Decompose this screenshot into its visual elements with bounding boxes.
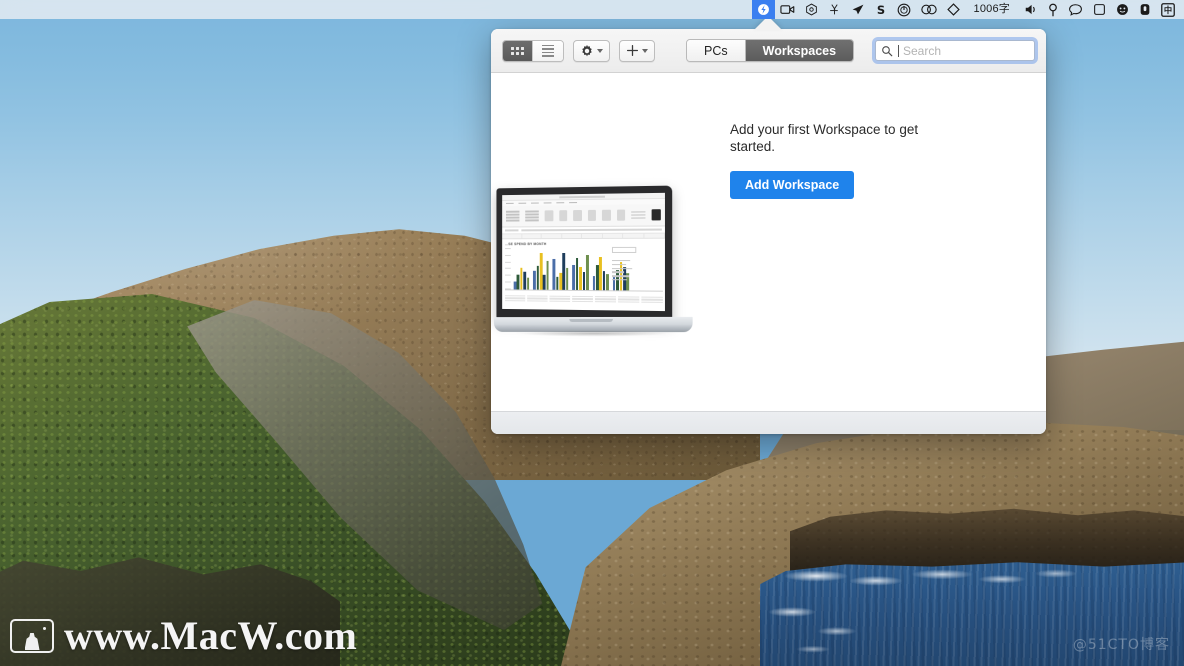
window-bottom-bar (491, 411, 1046, 434)
view-tabs: PCs Workspaces (686, 39, 855, 62)
microphone-icon[interactable] (1134, 0, 1156, 19)
bar-group (572, 255, 589, 291)
laptop-notch (569, 318, 613, 323)
input-source-label[interactable]: 中 (1156, 0, 1180, 19)
chart-legend (611, 260, 636, 283)
tab-pcs[interactable]: PCs (687, 40, 746, 61)
laptop-lid: ...SE SPEND BY MONTH (496, 185, 673, 323)
site-watermark: www.MacW.com (10, 616, 357, 656)
bar-chart-plot (505, 246, 663, 291)
sketch-s-icon[interactable]: S (870, 0, 892, 19)
search-input[interactable]: Search (875, 40, 1035, 61)
search-container: Search (875, 40, 1035, 61)
chart-title: ...SE SPEND BY MONTH (505, 242, 547, 247)
window-toolbar: PCs Workspaces Search (491, 29, 1046, 73)
svg-text:S: S (876, 3, 884, 17)
bar-group (533, 253, 549, 290)
search-placeholder: Search (903, 43, 942, 58)
screen-recording-icon[interactable] (775, 0, 800, 19)
pin-icon[interactable] (1043, 0, 1063, 19)
corner-watermark: @51CTO博客 (1072, 637, 1170, 653)
text-caret (898, 44, 899, 57)
diamond-icon[interactable] (942, 0, 965, 19)
desktop: S 1006字 中 PCs Workspaces Search ...SE SP… (0, 0, 1184, 666)
view-mode-group (502, 39, 564, 62)
bar-group (552, 253, 569, 290)
cleaner-hexagon-icon[interactable] (800, 0, 823, 19)
monitor-icon (10, 619, 54, 653)
bar-group (513, 267, 530, 290)
svg-text:中: 中 (1164, 5, 1172, 15)
smiley-face-icon[interactable] (1111, 0, 1134, 19)
watermark-text: www.MacW.com (64, 613, 358, 658)
laptop-spreadsheet-illustration: ...SE SPEND BY MONTH (491, 185, 694, 345)
power-circle-icon[interactable] (892, 0, 916, 19)
word-count-label[interactable]: 1006字 (965, 0, 1019, 19)
chevron-down-icon (642, 48, 648, 53)
volume-icon[interactable] (1019, 0, 1043, 19)
word-count-text: 1006字 (973, 3, 1010, 15)
popclip-icon[interactable] (823, 0, 846, 19)
add-workspace-button[interactable]: Add Workspace (730, 170, 855, 199)
spreadsheet-data-table (505, 294, 663, 304)
empty-state-message: Add your first Workspace to get started. (730, 122, 919, 155)
wallpaper-surf-secondary (762, 600, 912, 660)
search-icon (882, 45, 893, 56)
display-square-icon[interactable] (1088, 0, 1111, 19)
spreadsheet-ribbon (502, 204, 665, 228)
tab-workspaces[interactable]: Workspaces (745, 40, 854, 61)
laptop-screen: ...SE SPEND BY MONTH (502, 192, 665, 312)
list-view-button[interactable] (533, 40, 563, 61)
paper-plane-icon[interactable] (846, 0, 870, 19)
settings-menu-button[interactable] (573, 39, 610, 62)
window-content: ...SE SPEND BY MONTH Add your first Work… (491, 73, 1046, 411)
grid-view-button[interactable] (503, 40, 533, 61)
link-circle-icon[interactable] (916, 0, 942, 19)
plus-icon (626, 44, 639, 57)
chevron-down-icon (597, 48, 603, 53)
workspaces-popover-window: PCs Workspaces Search ...SE SPEND BY MON… (491, 29, 1046, 434)
menu-bar: S 1006字 中 (0, 0, 1184, 19)
bar-group (592, 257, 609, 291)
spreadsheet-sheet: ...SE SPEND BY MONTH (502, 238, 665, 312)
vpn-connect-icon[interactable] (751, 0, 775, 19)
grid-icon (511, 46, 524, 55)
wallpaper-surf (780, 556, 1080, 596)
chart-legend-box (611, 246, 637, 253)
laptop-shadow (495, 330, 691, 337)
speech-bubble-icon[interactable] (1063, 0, 1088, 19)
gear-icon (582, 44, 592, 56)
empty-state: Add your first Workspace to get started.… (730, 121, 945, 199)
chart-y-axis (505, 248, 513, 290)
add-menu-button[interactable] (619, 39, 655, 62)
list-icon (542, 44, 554, 57)
